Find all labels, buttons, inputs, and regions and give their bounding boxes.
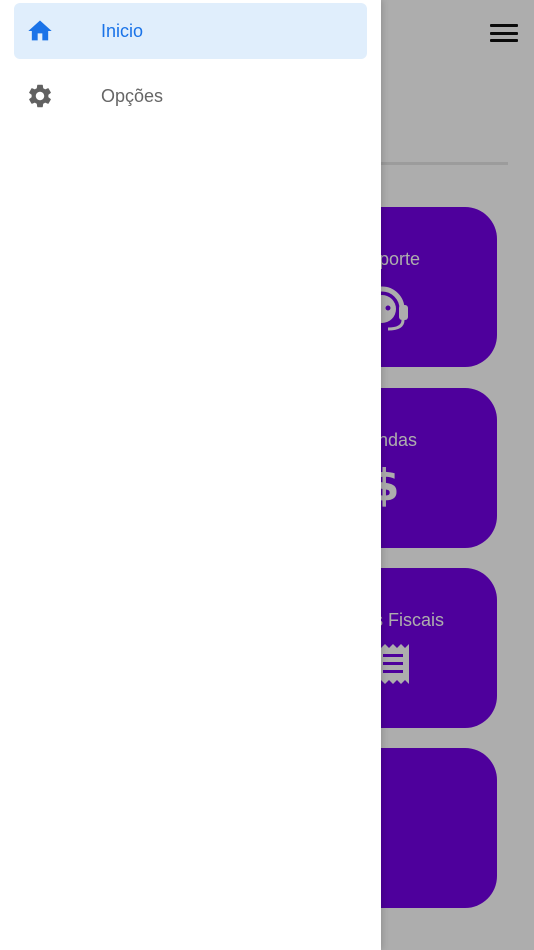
navigation-drawer: Inicio Opções [0,0,381,950]
drawer-item-inicio[interactable]: Inicio [14,3,367,59]
home-icon [28,20,52,41]
gear-icon [29,84,51,108]
drawer-item-label: Opções [101,85,164,106]
drawer-item-opcoes[interactable]: Opções [14,68,367,124]
drawer-item-label: Inicio [101,20,144,41]
